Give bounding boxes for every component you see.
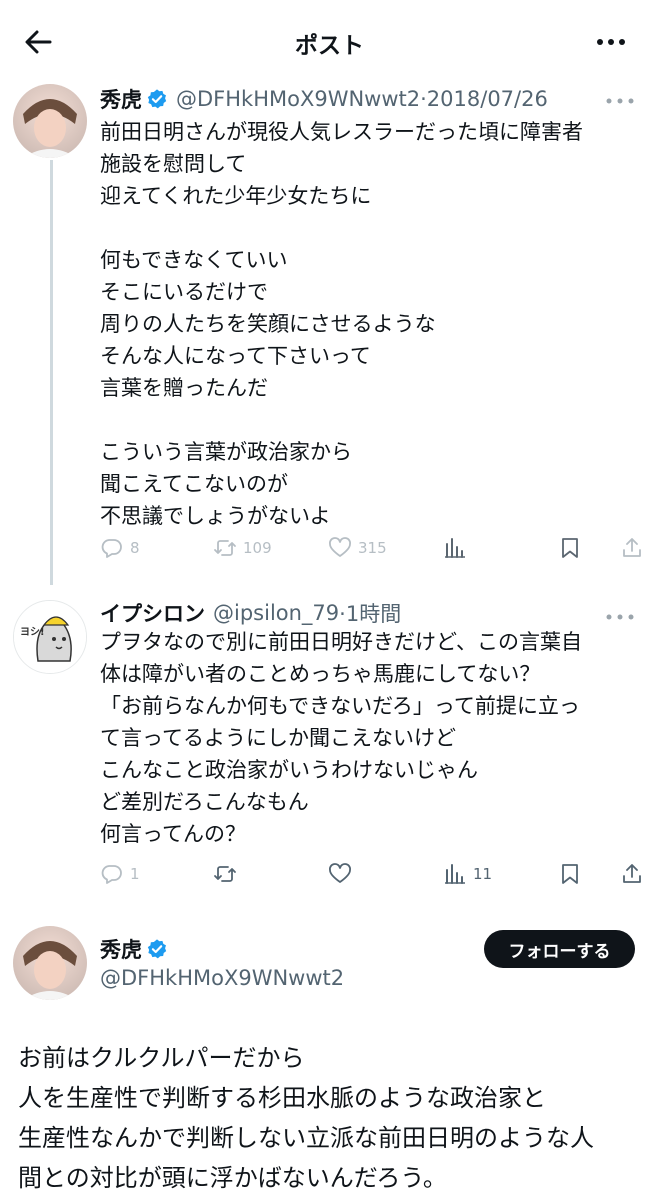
tweet-text: お前はクルクルパーだから 人を生産性で判断する杉田水脈のような政治家と 生産性な… xyxy=(18,1044,594,1192)
more-horizontal-icon xyxy=(597,39,625,45)
retweet-icon xyxy=(214,866,236,882)
analytics-icon xyxy=(445,864,465,884)
display-name: 秀虎 xyxy=(100,934,168,964)
retweet-icon xyxy=(214,540,236,556)
bookmark-icon xyxy=(562,864,578,884)
reply-count: 8 xyxy=(130,539,140,557)
tweet-more-button[interactable] xyxy=(605,90,635,110)
tweet-actions: 8 109 315 xyxy=(100,536,645,566)
avatar[interactable] xyxy=(13,926,87,1000)
reply-icon xyxy=(101,865,122,884)
display-name[interactable]: 秀虎 xyxy=(100,84,142,114)
bookmark-icon xyxy=(562,538,578,558)
user-handle[interactable]: @DFHkHMoX9WNwwt2 xyxy=(100,966,344,990)
tweet-date: ·2018/07/26 xyxy=(420,87,548,111)
retweet-button[interactable]: 109 xyxy=(213,536,272,560)
like-button[interactable] xyxy=(328,862,352,886)
reply-button[interactable]: 8 xyxy=(100,536,140,560)
avatar[interactable]: ヨシ! xyxy=(13,600,87,674)
thread-connector xyxy=(50,160,53,585)
user-handle[interactable]: @ipsilon_79 xyxy=(213,601,339,625)
tweet-actions: 1 11 xyxy=(100,862,645,892)
heart-icon xyxy=(329,863,351,883)
avatar[interactable] xyxy=(13,84,87,158)
retweet-count: 109 xyxy=(243,539,272,557)
more-horizontal-icon xyxy=(606,98,634,104)
tweet-date: ·1時間 xyxy=(339,602,402,626)
analytics-icon xyxy=(445,538,465,558)
share-icon xyxy=(623,538,641,557)
display-name[interactable]: イプシロン xyxy=(100,598,205,628)
follow-button[interactable]: フォローする xyxy=(484,930,635,968)
page-title: ポスト xyxy=(295,33,364,59)
tweet-text: プヲタなので別に前田日明好きだけど、この言葉自 体は障がい者のことめっちゃ馬鹿に… xyxy=(100,630,582,846)
share-button[interactable] xyxy=(620,862,644,886)
bookmark-button[interactable] xyxy=(558,862,582,886)
verified-badge-icon xyxy=(147,89,167,109)
like-count: 315 xyxy=(358,539,387,557)
more-options-button[interactable] xyxy=(591,22,631,62)
tweet-meta: 秀虎 @DFHkHMoX9WNwwt2 ·2018/07/26 xyxy=(100,84,548,114)
like-button[interactable]: 315 xyxy=(328,536,387,560)
retweet-button[interactable] xyxy=(213,862,237,886)
bookmark-button[interactable] xyxy=(558,536,582,560)
tweet-text: 前田日明さんが現役人気レスラーだった頃に障害者 施設を慰問して 迎えてくれた少年… xyxy=(100,120,583,528)
avatar-label: ヨシ! xyxy=(20,626,45,638)
reply-button[interactable]: 1 xyxy=(100,862,140,886)
user-handle[interactable]: @DFHkHMoX9WNwwt2 xyxy=(176,87,420,111)
top-bar: ポスト xyxy=(0,0,659,82)
views-button[interactable] xyxy=(443,536,467,560)
reply-count: 1 xyxy=(130,865,140,883)
tweet-more-button[interactable] xyxy=(605,606,635,626)
tweet-meta: イプシロン @ipsilon_79 ·1時間 xyxy=(100,598,401,628)
view-count: 11 xyxy=(473,865,493,883)
views-button[interactable]: 11 xyxy=(443,862,492,886)
share-button[interactable] xyxy=(620,536,644,560)
display-name-text[interactable]: 秀虎 xyxy=(100,934,142,964)
reply-icon xyxy=(101,539,122,558)
share-icon xyxy=(623,864,641,883)
heart-icon xyxy=(329,537,351,557)
verified-badge-icon xyxy=(147,939,167,959)
more-horizontal-icon xyxy=(606,614,634,620)
